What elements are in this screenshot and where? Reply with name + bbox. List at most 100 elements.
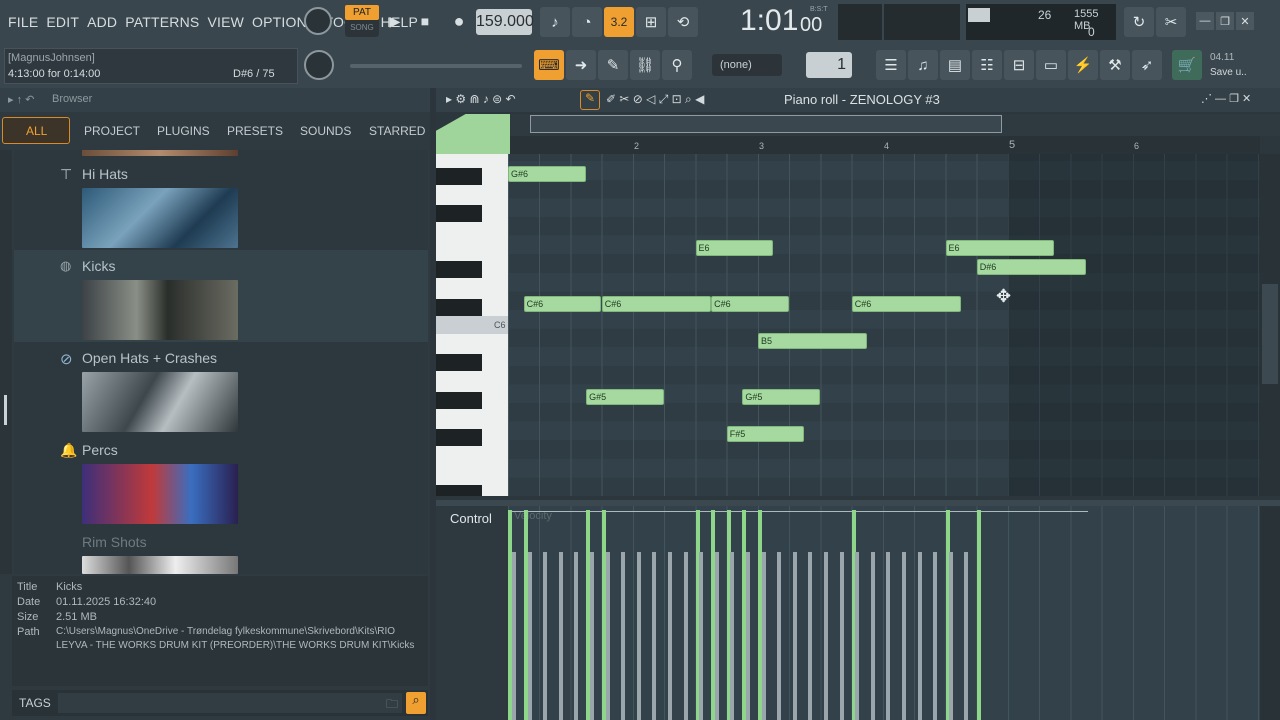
black-key[interactable] (436, 299, 482, 316)
control-scrollbar[interactable] (1260, 506, 1280, 720)
vertical-scrollbar[interactable] (1260, 154, 1280, 496)
keyboard-typing-icon[interactable]: ⌨ (534, 50, 564, 80)
pat-mode[interactable]: PAT (345, 5, 379, 20)
news-text[interactable]: Save u.. (1210, 67, 1247, 78)
stamp-icon[interactable]: ⚲ (662, 50, 692, 80)
menu-edit[interactable]: EDIT (46, 14, 79, 30)
folder-rim-shots[interactable]: Rim Shots (82, 534, 147, 550)
note[interactable]: G#6 (508, 166, 586, 182)
tempo-display[interactable]: 159.000 (476, 9, 534, 35)
maximize-icon[interactable]: ❐ (1216, 12, 1234, 30)
stop-icon[interactable]: ■ (412, 7, 438, 35)
velocity-bar[interactable] (683, 552, 688, 720)
master-volume-knob[interactable] (304, 7, 332, 35)
step-display[interactable]: 3.2 (604, 7, 634, 37)
velocity-bar[interactable] (605, 552, 610, 720)
refresh-icon[interactable]: ↻ (1124, 7, 1154, 37)
piano-roll-title[interactable]: Piano roll - ZENOLOGY #3 (784, 92, 940, 107)
tab-sounds[interactable]: SOUNDS (300, 124, 351, 138)
menu-patterns[interactable]: PATTERNS (125, 14, 199, 30)
link-icon[interactable]: ⛓ (630, 50, 660, 80)
menu-add[interactable]: ADD (87, 14, 117, 30)
note[interactable]: C#6 (601, 296, 711, 313)
black-key[interactable] (436, 429, 482, 446)
note[interactable]: C#6 (711, 296, 789, 313)
tags-input[interactable] (58, 693, 402, 713)
send-icon[interactable]: ➶ (1132, 50, 1162, 80)
tab-all-label[interactable]: ALL (26, 124, 47, 138)
note[interactable]: D#6 (976, 259, 1086, 275)
velocity-bar[interactable] (512, 552, 516, 720)
browser-scrollbar[interactable] (0, 150, 12, 574)
pattern-select[interactable]: (none) (712, 54, 782, 76)
record-icon[interactable]: ● (446, 7, 472, 35)
velocity-bar[interactable] (808, 552, 813, 720)
folder-open-hats[interactable]: Open Hats + Crashes (82, 350, 217, 366)
folder-hi-hats[interactable]: Hi Hats (82, 166, 128, 182)
arrow-right-icon[interactable]: ➜ (566, 50, 596, 80)
browser-icon[interactable]: ⊟ (1004, 50, 1034, 80)
note[interactable]: F#5 (726, 426, 805, 443)
mixer-icon[interactable]: ☷ (972, 50, 1002, 80)
piano-roll-corner[interactable] (436, 114, 510, 156)
cut-icon[interactable]: ✂ (1156, 7, 1186, 37)
tools-icon[interactable]: ⚒ (1100, 50, 1130, 80)
black-key[interactable] (436, 168, 482, 185)
velocity-bar[interactable] (699, 552, 704, 720)
velocity-bar[interactable] (948, 552, 953, 720)
brush-icon[interactable]: ✎ (598, 50, 628, 80)
velocity-bar[interactable] (590, 552, 594, 720)
black-key[interactable] (436, 392, 482, 409)
velocity-bar[interactable] (668, 552, 672, 720)
shop-icon[interactable]: 🛒 (1172, 50, 1202, 80)
velocity-bar[interactable] (976, 510, 981, 720)
velocity-bar[interactable] (761, 552, 766, 720)
velocity-bar[interactable] (714, 552, 719, 720)
play-icon[interactable]: ▶ (382, 7, 408, 35)
close-icon[interactable]: ✕ (1236, 12, 1254, 30)
channel-rack-icon[interactable]: ▤ (940, 50, 970, 80)
plugin-icon[interactable]: ⚡ (1068, 50, 1098, 80)
piano-keyboard[interactable]: C6 (436, 154, 508, 496)
velocity-bar[interactable] (824, 552, 828, 720)
note[interactable]: E6 (695, 240, 773, 257)
overview-window[interactable] (530, 115, 1002, 133)
metronome-icon[interactable]: ♪ (540, 7, 570, 37)
note[interactable]: E6 (945, 240, 1055, 257)
velocity-bar[interactable] (558, 552, 563, 720)
scroll-overview[interactable] (510, 114, 1280, 136)
note[interactable]: G#5 (742, 389, 820, 406)
edit-tools-icons[interactable]: ✐ ✂ ⊘ ◁ ⤢ ⊡ ⌕ ◀ (606, 92, 704, 107)
velocity-bar[interactable] (917, 552, 922, 720)
velocity-bar[interactable] (621, 552, 626, 720)
black-key[interactable] (436, 261, 482, 278)
velocity-bar[interactable] (839, 552, 844, 720)
blend-notes-icon[interactable]: ⊞ (636, 7, 666, 37)
velocity-bar[interactable] (792, 552, 797, 720)
piano-roll-icon[interactable]: ♫ (908, 50, 938, 80)
velocity-bar[interactable] (886, 552, 891, 720)
menu-file[interactable]: FILE (8, 14, 38, 30)
velocity-bar[interactable] (870, 552, 875, 720)
folder-icon[interactable]: 🗀 (386, 695, 398, 716)
note[interactable]: C#6 (851, 296, 961, 313)
velocity-bar[interactable] (636, 552, 641, 720)
master-pitch-knob[interactable] (304, 50, 334, 80)
velocity-bar[interactable] (746, 552, 750, 720)
control-label[interactable]: Control (450, 511, 492, 526)
tab-plugins[interactable]: PLUGINS (157, 124, 210, 138)
search-icon[interactable]: ⌕ (406, 692, 426, 714)
loop-record-icon[interactable]: ⟲ (668, 7, 698, 37)
project-icon[interactable]: ▭ (1036, 50, 1066, 80)
velocity-bar[interactable] (902, 552, 906, 720)
pattern-number[interactable]: 1 (806, 52, 852, 78)
velocity-bar[interactable] (933, 552, 938, 720)
timeline-ruler[interactable]: 2 3 4 5 6 (510, 136, 1260, 154)
velocity-lane[interactable]: Velocity (508, 506, 1260, 720)
note-grid[interactable]: G#6 E6 E6 D#6 C#6 C#6 C#6 C#6 B5 G#5 G#5 F#5 (508, 154, 1260, 496)
pitch-slider[interactable] (350, 64, 522, 68)
velocity-bar[interactable] (964, 552, 969, 720)
note[interactable]: G#5 (586, 389, 664, 406)
velocity-bar[interactable] (574, 552, 579, 720)
black-key[interactable] (436, 485, 482, 496)
